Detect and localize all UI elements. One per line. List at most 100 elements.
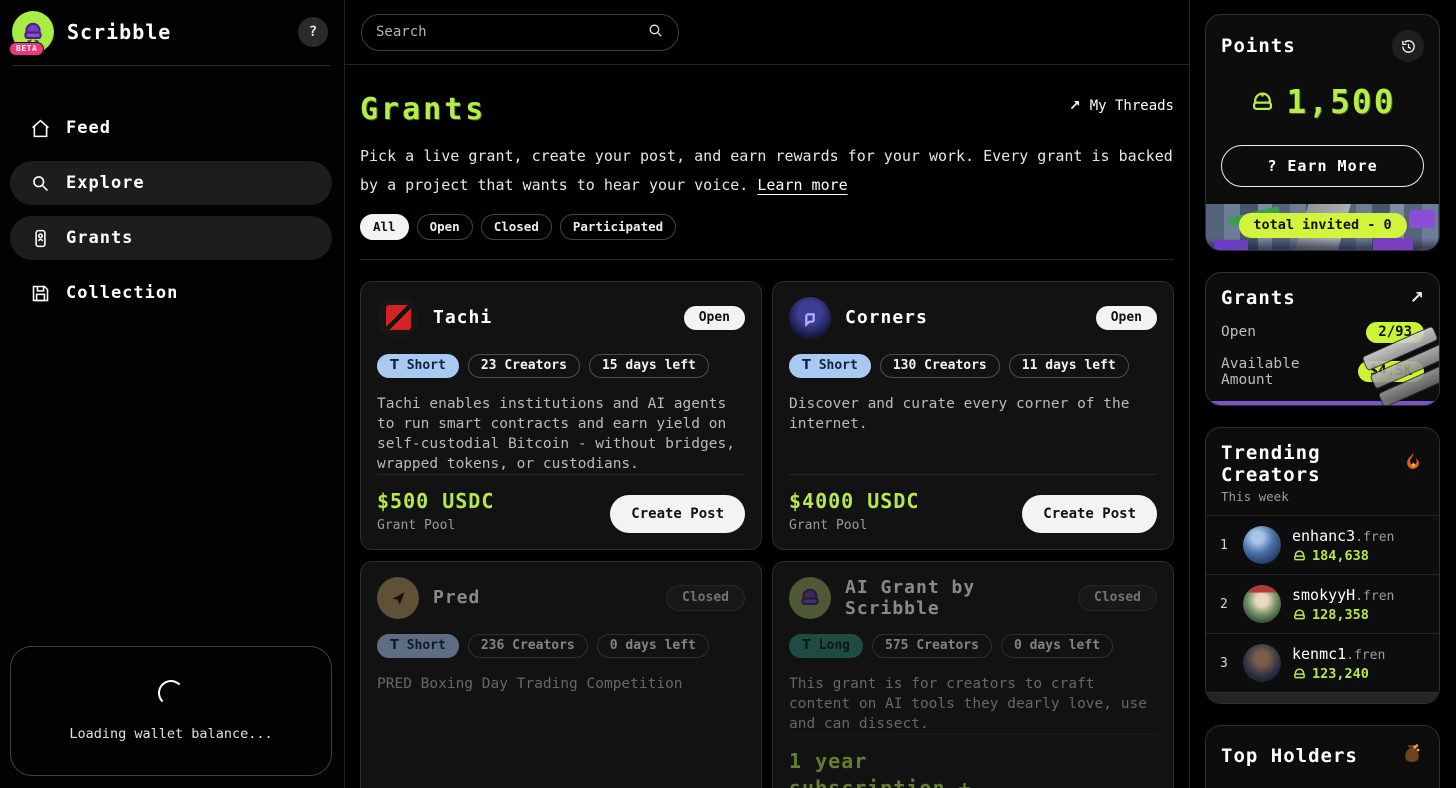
creators-tag: 575 Creators: [872, 634, 992, 658]
status-badge[interactable]: Open: [684, 306, 745, 330]
status-badge[interactable]: Open: [1096, 306, 1157, 330]
sidebar-item-feed[interactable]: Feed: [10, 106, 332, 150]
creators-tag: 130 Creators: [880, 354, 1000, 378]
grant-description: This grant is for creators to craft cont…: [789, 674, 1157, 734]
top-holders-card: Top Holders: [1205, 725, 1440, 788]
fire-icon: [1402, 451, 1424, 477]
status-badge[interactable]: Closed: [666, 585, 745, 611]
creator-row[interactable]: 3 kenmc1.fren 123,240: [1206, 633, 1439, 692]
rank: 3: [1220, 656, 1232, 671]
sidebar-item-label: Collection: [66, 283, 178, 303]
filter-chips: All Open Closed Participated: [360, 214, 1174, 240]
text-type-icon: T: [390, 638, 399, 653]
grant-title: Pred: [433, 587, 480, 608]
left-sidebar: BETA Scribble ? Feed Explore: [0, 0, 345, 788]
scribble-logo[interactable]: BETA: [12, 11, 54, 53]
grants-summary-title: Grants: [1221, 287, 1296, 309]
page-description: Pick a live grant, create your post, and…: [360, 142, 1174, 201]
type-tag: T Short: [789, 354, 871, 378]
trending-title: Trending Creators: [1221, 442, 1402, 486]
arrow-up-right-icon: ↗: [1069, 98, 1081, 114]
filter-all[interactable]: All: [360, 214, 409, 240]
points-card: Points 1,500 ? Earn More: [1205, 14, 1440, 251]
pred-logo-icon: [377, 577, 419, 619]
text-type-icon: T: [802, 358, 811, 373]
home-icon: [29, 117, 51, 139]
grant-description: Discover and curate every corner of the …: [789, 394, 1157, 434]
creator-row[interactable]: 2 smokyyH.fren 128,358: [1206, 574, 1439, 633]
days-left-tag: 15 days left: [589, 354, 709, 378]
search-input[interactable]: [376, 24, 639, 40]
rank: 1: [1220, 538, 1232, 553]
my-threads-link[interactable]: ↗ My Threads: [1069, 98, 1174, 114]
wallet-loading-text: Loading wallet balance...: [69, 726, 272, 742]
grant-card-tachi: Tachi Open T Short 23 Creators 15 days l…: [360, 281, 762, 550]
earn-more-button[interactable]: ? Earn More: [1221, 145, 1424, 187]
scribble-beanie-icon: [789, 577, 831, 619]
help-button[interactable]: ?: [298, 17, 328, 47]
grant-description: Tachi enables institutions and AI agents…: [377, 394, 745, 474]
days-left-tag: 0 days left: [1001, 634, 1113, 658]
money-bag-icon: [1400, 742, 1424, 770]
my-threads-label: My Threads: [1090, 98, 1174, 114]
grant-amount: 1 year subscription + scribble points: [789, 748, 1008, 788]
creator-points: 184,638: [1312, 548, 1369, 564]
divider: [360, 259, 1174, 260]
filter-open[interactable]: Open: [417, 214, 473, 240]
page-title: Grants: [360, 92, 486, 127]
search-bar[interactable]: [361, 14, 679, 51]
grants-page: Grants ↗ My Threads Pick a live grant, c…: [345, 65, 1189, 788]
pool-label: Grant Pool: [377, 518, 494, 533]
arrow-up-right-icon[interactable]: ↗: [1410, 288, 1424, 308]
sidebar-item-label: Grants: [66, 228, 133, 248]
creator-row[interactable]: 1 enhanc3.fren 184,638: [1206, 515, 1439, 574]
grant-title: Tachi: [433, 307, 492, 328]
grant-title: AI Grant by Scribble: [845, 577, 1064, 619]
main-column: Grants ↗ My Threads Pick a live grant, c…: [345, 0, 1190, 788]
points-value: 1,500: [1286, 82, 1395, 121]
points-history-button[interactable]: [1392, 30, 1424, 62]
grant-amount: $500 USDC: [377, 488, 494, 515]
create-post-button[interactable]: Create Post: [610, 495, 745, 533]
grant-card-pred: Pred Closed T Short 236 Creators 0 days …: [360, 561, 762, 788]
points-value-row: 1,500: [1221, 82, 1424, 121]
creator-points: 123,240: [1312, 666, 1369, 682]
search-icon[interactable]: [647, 22, 664, 43]
type-tag: T Long: [789, 634, 863, 658]
grant-cards-grid: Tachi Open T Short 23 Creators 15 days l…: [360, 281, 1174, 788]
rank: 2: [1220, 597, 1232, 612]
refer-banner[interactable]: total invited - 0 Refer and earn ↗: [1206, 204, 1439, 251]
avatar: [1243, 585, 1281, 623]
topbar: [345, 0, 1189, 65]
corners-logo-icon: [789, 297, 831, 339]
grant-title: Corners: [845, 307, 928, 328]
grant-description: PRED Boxing Day Trading Competition: [377, 674, 745, 694]
create-post-button[interactable]: Create Post: [1022, 495, 1157, 533]
creator-row-current-user[interactable]: 39379 .fren 0: [1206, 692, 1439, 704]
sidebar-item-collection[interactable]: Collection: [10, 271, 332, 315]
history-icon: [1400, 38, 1417, 55]
filter-closed[interactable]: Closed: [481, 214, 552, 240]
creators-tag: 236 Creators: [468, 634, 588, 658]
beanie-points-icon: [1249, 88, 1276, 115]
learn-more-link[interactable]: Learn more: [757, 176, 847, 194]
text-type-icon: T: [802, 638, 811, 653]
total-invited-badge: total invited - 0: [1238, 213, 1406, 238]
sidebar-item-explore[interactable]: Explore: [10, 161, 332, 205]
trending-list: 1 enhanc3.fren 184,638 2 smokyyH.fren 12…: [1206, 515, 1439, 704]
sidebar-divider: [12, 65, 330, 66]
sidebar-item-label: Explore: [66, 173, 145, 193]
sidebar-item-grants[interactable]: Grants: [10, 216, 332, 260]
grant-card-corners: Corners Open T Short 130 Creators 11 day…: [772, 281, 1174, 550]
filter-participated[interactable]: Participated: [560, 214, 676, 240]
beanie-icon: [1292, 666, 1307, 681]
creator-points: 128,358: [1312, 607, 1369, 623]
status-badge[interactable]: Closed: [1078, 585, 1157, 611]
avatar: [1270, 703, 1314, 704]
app: BETA Scribble ? Feed Explore: [0, 0, 1456, 788]
loading-spinner: [158, 680, 184, 706]
days-left-tag: 11 days left: [1009, 354, 1129, 378]
grant-tag-icon: [29, 227, 51, 249]
brand-name: Scribble: [67, 20, 171, 44]
trending-subtitle: This week: [1206, 489, 1439, 504]
